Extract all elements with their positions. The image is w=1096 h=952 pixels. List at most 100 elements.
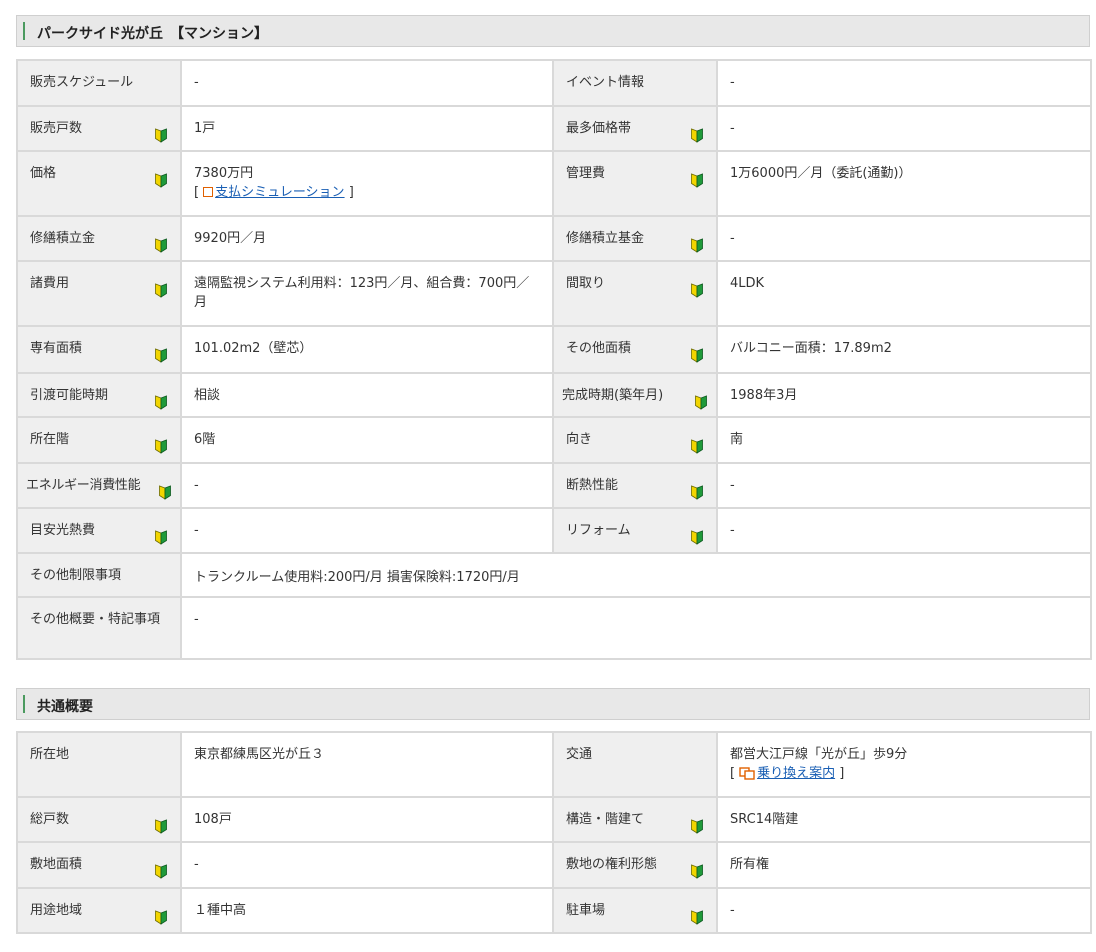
beginner-mark-icon[interactable]	[690, 128, 704, 143]
row-value: 7380万円 [支払シミュレーション ]	[180, 150, 554, 217]
row-value: -	[716, 462, 1092, 509]
row-value: 東京都練馬区光が丘３	[180, 731, 554, 798]
beginner-mark-icon[interactable]	[690, 864, 704, 879]
row-value: SRC14階建	[716, 796, 1092, 843]
transfer-guide: [乗り換え案内 ]	[730, 764, 1080, 783]
beginner-mark-icon[interactable]	[154, 348, 168, 363]
row-label: 断熱性能	[552, 462, 718, 509]
row-label: 敷地面積	[16, 841, 182, 889]
beginner-mark-icon[interactable]	[690, 173, 704, 188]
table-row: 諸費用 遠隔監視システム利用料：123円／月、組合費：700円／月 間取り 4L…	[16, 260, 1092, 327]
row-label: 交通	[552, 731, 718, 798]
row-label: イベント情報	[552, 59, 718, 107]
row-value: -	[180, 841, 554, 889]
row-label: 販売スケジュール	[16, 59, 182, 107]
beginner-mark-icon[interactable]	[690, 348, 704, 363]
beginner-mark-icon[interactable]	[694, 395, 708, 410]
row-value: 1戸	[180, 105, 554, 152]
row-value: 1988年3月	[716, 372, 1092, 418]
price-value: 7380万円	[194, 166, 254, 181]
table-row: 総戸数 108戸 構造・階建て SRC14階建	[16, 796, 1092, 843]
square-outline-icon	[203, 187, 214, 197]
beginner-mark-icon[interactable]	[690, 283, 704, 298]
bracket-open: [	[730, 766, 736, 781]
beginner-mark-icon[interactable]	[690, 485, 704, 500]
row-value: 相談	[180, 372, 554, 418]
section-accent-bar	[23, 695, 25, 713]
beginner-mark-icon[interactable]	[154, 128, 168, 143]
access-value: 都営大江戸線「光が丘」歩9分	[730, 747, 908, 762]
beginner-mark-icon[interactable]	[154, 910, 168, 925]
row-label: 専有面積	[16, 325, 182, 374]
table-row: 販売スケジュール - イベント情報 -	[16, 59, 1092, 107]
row-value: 所有権	[716, 841, 1092, 889]
row-label: 引渡可能時期	[16, 372, 182, 418]
table-row: 用途地域 １種中高 駐車場 -	[16, 887, 1092, 934]
table-row: 価格 7380万円 [支払シミュレーション ] 管理費 1万6000円／月（委託…	[16, 150, 1092, 217]
row-label: 向き	[552, 416, 718, 464]
row-label: 用途地域	[16, 887, 182, 934]
row-value: トランクルーム使用料:200円/月 損害保険料:1720円/月	[180, 552, 1092, 598]
row-value: -	[716, 507, 1092, 554]
row-label: 構造・階建て	[552, 796, 718, 843]
train-transfer-icon	[739, 767, 755, 780]
beginner-mark-icon[interactable]	[158, 485, 172, 500]
beginner-mark-icon[interactable]	[690, 530, 704, 545]
row-value: 南	[716, 416, 1092, 464]
row-label: 諸費用	[16, 260, 182, 327]
beginner-mark-icon[interactable]	[154, 395, 168, 410]
row-value: 108戸	[180, 796, 554, 843]
row-label: 総戸数	[16, 796, 182, 843]
section-accent-bar	[23, 22, 25, 40]
beginner-mark-icon[interactable]	[690, 819, 704, 834]
row-label: 最多価格帯	[552, 105, 718, 152]
beginner-mark-icon[interactable]	[154, 864, 168, 879]
payment-simulation: [支払シミュレーション ]	[194, 183, 542, 202]
row-value: 9920円／月	[180, 215, 554, 262]
row-value: 都営大江戸線「光が丘」歩9分 [乗り換え案内 ]	[716, 731, 1092, 798]
row-label: 管理費	[552, 150, 718, 217]
common-detail-table: 所在地 東京都練馬区光が丘３ 交通 都営大江戸線「光が丘」歩9分 [乗り換え案内…	[16, 731, 1092, 934]
property-section-header: パークサイド光が丘 【マンション】	[16, 15, 1090, 47]
beginner-mark-icon[interactable]	[690, 439, 704, 454]
beginner-mark-icon[interactable]	[154, 819, 168, 834]
table-row: 修繕積立金 9920円／月 修繕積立基金 -	[16, 215, 1092, 262]
payment-simulation-link[interactable]: 支払シミュレーション	[215, 185, 344, 200]
table-row: その他制限事項 トランクルーム使用料:200円/月 損害保険料:1720円/月	[16, 552, 1092, 598]
row-label: 修繕積立基金	[552, 215, 718, 262]
row-label: 完成時期(築年月)	[552, 372, 718, 418]
row-label: その他概要・特記事項	[16, 596, 182, 660]
table-row: 目安光熱費 - リフォーム -	[16, 507, 1092, 554]
row-label: 価格	[16, 150, 182, 217]
table-row: エネルギー消費性能 - 断熱性能 -	[16, 462, 1092, 509]
row-label: その他制限事項	[16, 552, 182, 598]
row-value: -	[716, 59, 1092, 107]
property-detail-table: 販売スケジュール - イベント情報 - 販売戸数 1戸 最多価格帯 - 価格 7…	[16, 59, 1092, 660]
table-row: その他概要・特記事項 -	[16, 596, 1092, 660]
row-label: リフォーム	[552, 507, 718, 554]
common-title: 共通概要	[37, 699, 93, 715]
row-value: 4LDK	[716, 260, 1092, 327]
row-value: -	[180, 507, 554, 554]
row-value: バルコニー面積：17.89m2	[716, 325, 1092, 374]
row-value: -	[716, 215, 1092, 262]
table-row: 引渡可能時期 相談 完成時期(築年月) 1988年3月	[16, 372, 1092, 418]
beginner-mark-icon[interactable]	[154, 173, 168, 188]
beginner-mark-icon[interactable]	[154, 530, 168, 545]
transfer-guide-link[interactable]: 乗り換え案内	[757, 766, 835, 781]
row-label: 修繕積立金	[16, 215, 182, 262]
row-value: 遠隔監視システム利用料：123円／月、組合費：700円／月	[180, 260, 554, 327]
row-value: 101.02m2（壁芯）	[180, 325, 554, 374]
table-row: 販売戸数 1戸 最多価格帯 -	[16, 105, 1092, 152]
beginner-mark-icon[interactable]	[690, 910, 704, 925]
property-title: パークサイド光が丘 【マンション】	[37, 26, 268, 42]
beginner-mark-icon[interactable]	[690, 238, 704, 253]
row-label: 駐車場	[552, 887, 718, 934]
bracket-close: ]	[348, 185, 354, 200]
common-section-header: 共通概要	[16, 688, 1090, 720]
row-value: -	[180, 59, 554, 107]
row-value: 6階	[180, 416, 554, 464]
beginner-mark-icon[interactable]	[154, 283, 168, 298]
beginner-mark-icon[interactable]	[154, 439, 168, 454]
beginner-mark-icon[interactable]	[154, 238, 168, 253]
